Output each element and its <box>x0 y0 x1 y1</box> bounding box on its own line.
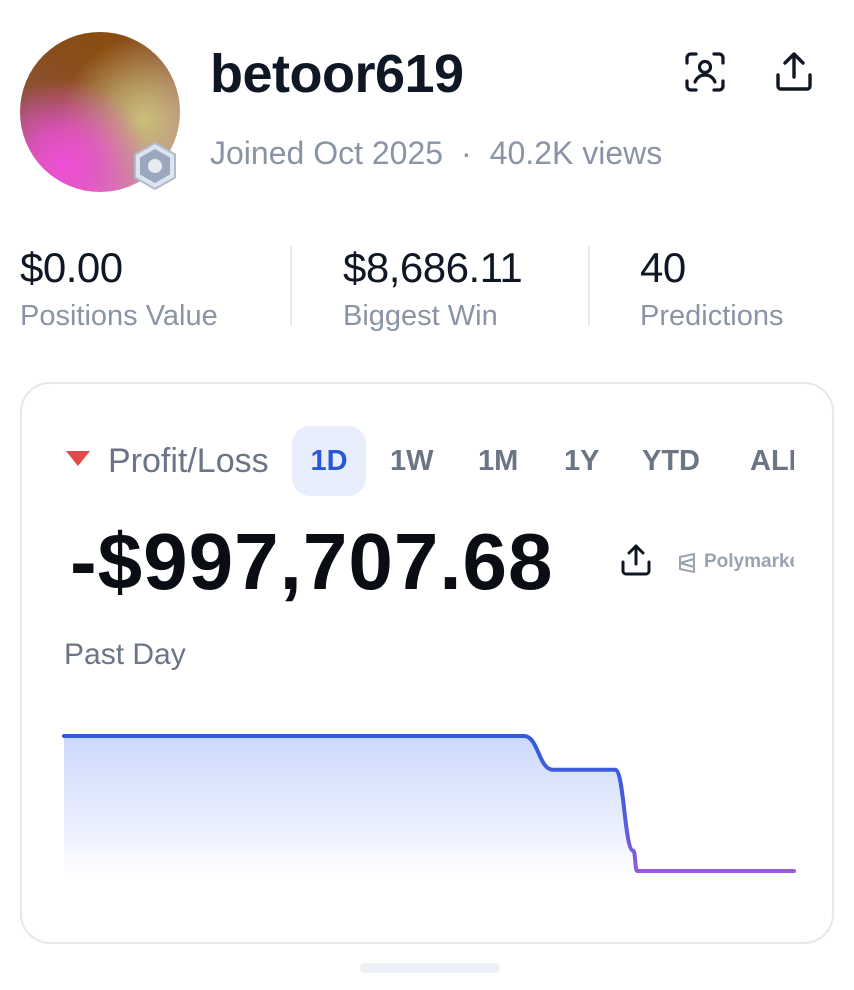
stat-value: $0.00 <box>20 244 123 291</box>
timeframe-tabs: 1D 1W 1M 1Y YTD ALL <box>292 426 794 496</box>
stat-value: $8,686.11 <box>343 244 523 291</box>
down-triangle-icon <box>66 451 90 466</box>
stat-value: 40 <box>640 244 686 291</box>
profit-loss-value: -$997,707.68 <box>70 517 554 606</box>
share-pnl-icon[interactable] <box>618 542 654 578</box>
meta-separator: · <box>461 135 472 171</box>
brand-name: Polymarket <box>704 551 794 572</box>
view-count: 40.2K views <box>489 135 663 171</box>
tab-1y[interactable]: 1Y <box>564 426 599 496</box>
stat-label: Positions Value <box>20 300 218 332</box>
home-indicator <box>360 963 500 973</box>
profile-meta: Joined Oct 2025 · 40.2K views <box>210 133 662 173</box>
hexagon-badge-icon <box>134 141 176 191</box>
tab-1m[interactable]: 1M <box>478 426 518 496</box>
profile-scan-icon[interactable] <box>683 50 727 94</box>
polymarket-brand: Polymarket <box>676 548 794 578</box>
profit-loss-title: Profit/Loss <box>108 442 269 480</box>
tab-ytd[interactable]: YTD <box>642 426 700 496</box>
period-label: Past Day <box>64 638 186 671</box>
stat-positions-value: $0.00 Positions Value <box>20 243 218 334</box>
stat-label: Biggest Win <box>343 300 498 332</box>
stat-biggest-win: $8,686.11 Biggest Win <box>343 243 523 334</box>
tab-1d[interactable]: 1D <box>292 426 366 496</box>
stat-divider <box>290 246 292 326</box>
chart-area-fill <box>64 736 794 880</box>
username: betoor619 <box>210 44 464 104</box>
tab-all[interactable]: ALL <box>750 426 794 496</box>
polymarket-logo-icon <box>679 553 695 573</box>
stat-predictions: 40 Predictions <box>640 243 783 334</box>
pnl-chart[interactable] <box>22 684 832 934</box>
share-icon[interactable] <box>772 50 816 94</box>
stat-divider <box>588 246 590 326</box>
joined-date: Joined Oct 2025 <box>210 135 444 171</box>
profit-loss-card: Profit/Loss 1D 1W 1M 1Y YTD ALL -$997,70… <box>20 382 834 944</box>
stat-label: Predictions <box>640 300 784 332</box>
tab-1w[interactable]: 1W <box>390 426 434 496</box>
